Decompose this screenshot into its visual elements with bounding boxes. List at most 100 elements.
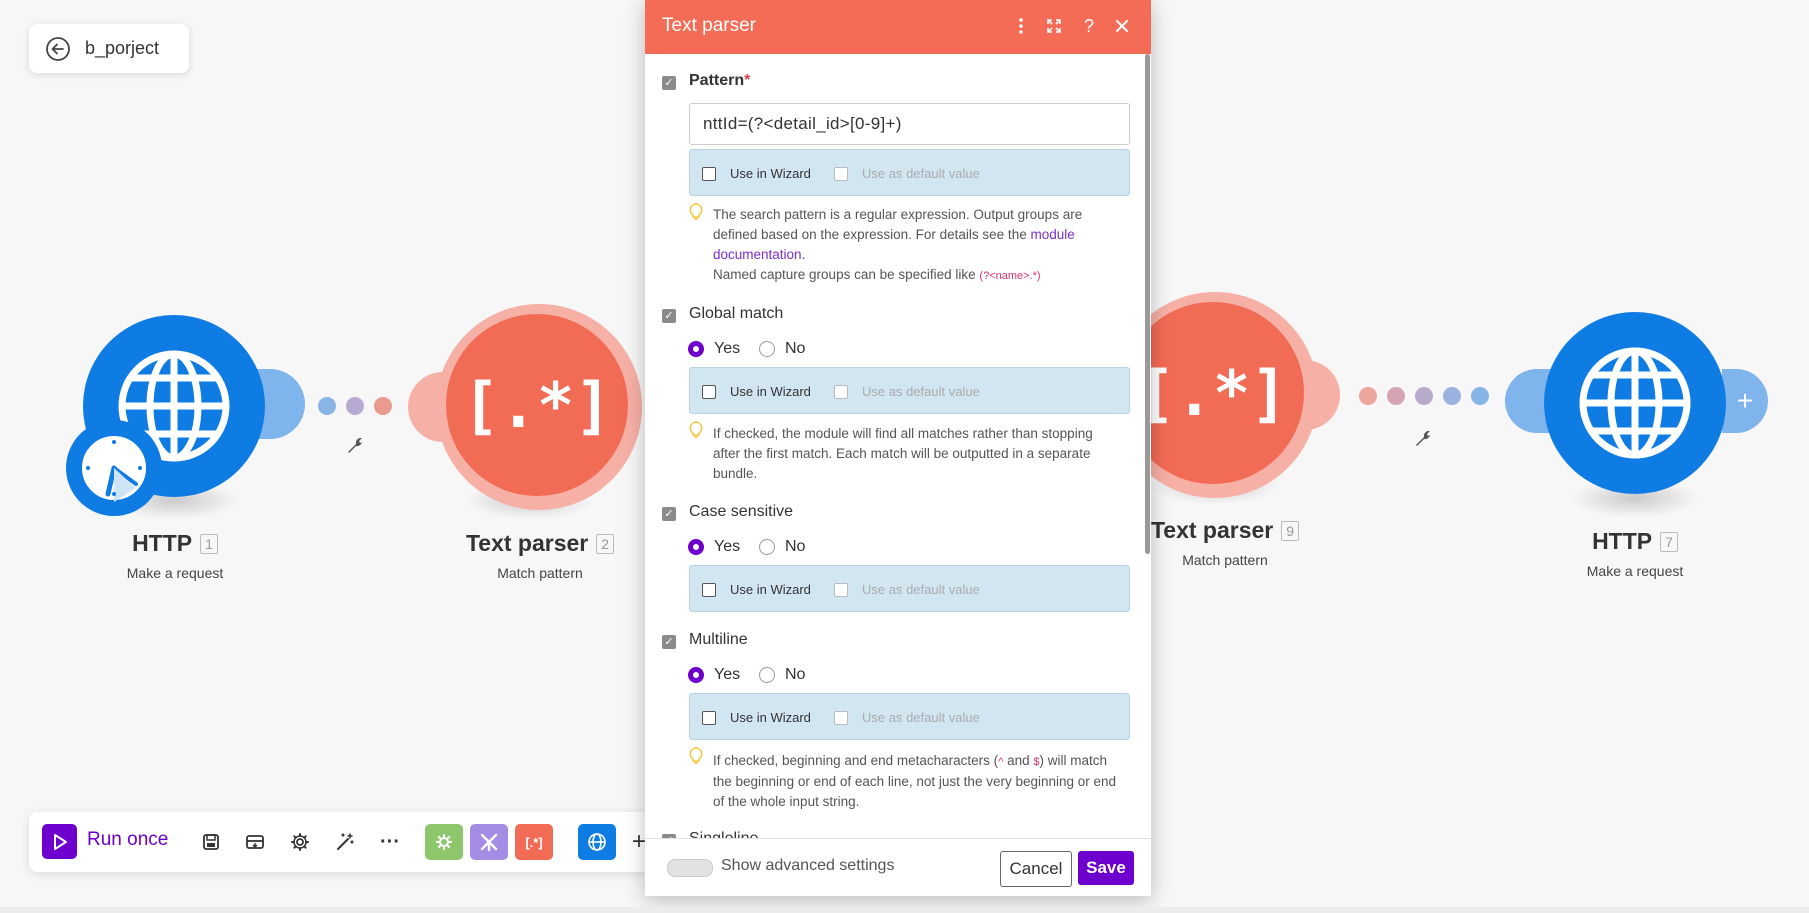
http-tool-button[interactable] <box>578 824 616 860</box>
global-match-yes-radio[interactable] <box>688 341 704 357</box>
use-as-default-label: Use as default value <box>862 166 980 181</box>
node-subtitle: Make a request <box>126 565 224 581</box>
multiline-label: Multiline <box>689 631 748 648</box>
pattern-label: Pattern* <box>689 72 750 90</box>
case-sensitive-no-radio[interactable] <box>759 539 775 555</box>
advanced-settings-label: Show advanced settings <box>721 857 895 874</box>
scheduling-icon[interactable] <box>240 827 270 857</box>
radio-yes-label: Yes <box>714 538 741 555</box>
back-to-scenarios-button[interactable]: b_porject <box>29 24 189 73</box>
connection-dot <box>1415 387 1433 405</box>
global-match-no-radio[interactable] <box>759 341 775 357</box>
connection-dot <box>1471 387 1489 405</box>
gear-icon <box>436 834 452 850</box>
case-sensitive-yes-radio[interactable] <box>688 539 704 555</box>
use-as-default-checkbox[interactable] <box>834 711 848 725</box>
hint-code-sample: (?<name>.*) <box>979 270 1041 282</box>
lightbulb-icon <box>689 747 703 769</box>
globe-icon <box>1579 347 1691 459</box>
gear-icon[interactable] <box>285 827 315 857</box>
node-subtitle: Match pattern <box>1182 552 1268 568</box>
use-as-default-checkbox[interactable] <box>834 583 848 597</box>
cancel-button[interactable]: Cancel <box>1000 851 1072 887</box>
lightbulb-icon <box>689 421 703 443</box>
use-as-default-checkbox[interactable] <box>834 167 848 181</box>
case-sensitive-label: Case sensitive <box>689 503 794 520</box>
run-once-label[interactable]: Run once <box>87 829 168 851</box>
multiline-yes-radio[interactable] <box>688 667 704 683</box>
section-collapse-toggle[interactable]: ✓ <box>662 507 676 521</box>
wizard-options: Use in Wizard Use as default value <box>689 693 1130 740</box>
text-parser-tool-button[interactable]: [.*] <box>515 824 553 860</box>
clock-trigger-badge[interactable] <box>66 420 162 516</box>
use-as-default-checkbox[interactable] <box>834 385 848 399</box>
text-parser-2-caption: Text parser 2 Match pattern <box>455 530 625 581</box>
kebab-menu-icon[interactable] <box>1007 12 1035 40</box>
plus-icon: + <box>1736 385 1754 416</box>
http-7-module[interactable] <box>1544 312 1726 494</box>
wrench-icon[interactable] <box>345 435 365 461</box>
section-collapse-toggle[interactable]: ✓ <box>662 76 676 90</box>
panel-title: Text parser <box>662 15 756 36</box>
required-mark: * <box>744 72 751 89</box>
use-as-default-label: Use as default value <box>862 384 980 399</box>
multiline-hint-a: If checked, beginning and end metacharac… <box>713 753 999 768</box>
use-in-wizard-checkbox[interactable] <box>702 583 716 597</box>
node-title: HTTP <box>1592 528 1653 554</box>
lightbulb-icon <box>689 203 703 225</box>
node-id-badge: 2 <box>596 533 615 554</box>
section-collapse-toggle[interactable]: ✓ <box>662 635 676 649</box>
flow-control-button[interactable] <box>470 824 508 860</box>
play-icon <box>53 833 67 850</box>
http-7-caption: HTTP 7 Make a request <box>1560 528 1710 579</box>
save-button[interactable]: Save <box>1078 851 1134 885</box>
flow-control-icon <box>480 833 498 852</box>
expand-icon[interactable] <box>1040 12 1068 40</box>
save-icon[interactable] <box>196 827 226 857</box>
radio-yes-label: Yes <box>714 340 741 357</box>
text-parser-2-module[interactable]: [.*] <box>446 314 628 496</box>
use-in-wizard-checkbox[interactable] <box>702 711 716 725</box>
regex-icon: [.*] <box>525 834 543 850</box>
use-in-wizard-checkbox[interactable] <box>702 385 716 399</box>
advanced-settings-toggle[interactable] <box>667 859 713 877</box>
radio-no-label: No <box>785 340 806 357</box>
section-collapse-toggle[interactable]: ✓ <box>662 309 676 323</box>
pattern-hint: The search pattern is a regular expressi… <box>713 205 1123 286</box>
more-options-icon[interactable]: ··· <box>375 827 405 857</box>
text-parser-9-caption: Text parser 9 Match pattern <box>1140 517 1310 568</box>
pattern-hint-line2: Named capture groups can be specified li… <box>713 267 976 282</box>
pattern-input[interactable]: nttId=(?<detail_id>[0-9]+) <box>689 103 1130 145</box>
magic-wand-icon[interactable] <box>330 827 360 857</box>
node-id-badge: 9 <box>1281 520 1300 541</box>
panel-scrollbar[interactable] <box>1145 54 1150 554</box>
global-match-hint: If checked, the module will find all mat… <box>713 426 1093 481</box>
scenario-toolbar: Run once ··· [.*] + <box>29 812 649 872</box>
use-in-wizard-checkbox[interactable] <box>702 167 716 181</box>
connection-dot <box>1443 387 1461 405</box>
use-as-default-label: Use as default value <box>862 582 980 597</box>
tools-module-button[interactable] <box>425 824 463 860</box>
pattern-label-text: Pattern <box>689 72 745 89</box>
regex-icon: [.*] <box>462 368 612 442</box>
connection-dot <box>1359 387 1377 405</box>
run-once-button[interactable] <box>42 824 77 859</box>
node-title: HTTP <box>132 530 193 556</box>
node-title: Text parser <box>465 530 589 556</box>
close-icon[interactable] <box>1108 12 1136 40</box>
connection-dot <box>318 397 336 415</box>
caret-code: ^ <box>998 756 1004 768</box>
regex-icon: [.*] <box>1138 356 1288 430</box>
panel-footer: Show advanced settings Cancel Save <box>645 838 1151 896</box>
clock-icon <box>78 432 150 504</box>
help-icon[interactable]: ? <box>1075 12 1103 40</box>
connection-dot <box>374 397 392 415</box>
add-module-button[interactable]: + <box>1722 369 1768 433</box>
node-subtitle: Make a request <box>1586 563 1684 579</box>
radio-yes-label: Yes <box>714 666 741 683</box>
multiline-no-radio[interactable] <box>759 667 775 683</box>
wrench-icon[interactable] <box>1413 428 1433 454</box>
global-match-label: Global match <box>689 305 784 322</box>
panel-header: Text parser ? <box>645 0 1151 54</box>
hint-period: . <box>801 247 806 262</box>
